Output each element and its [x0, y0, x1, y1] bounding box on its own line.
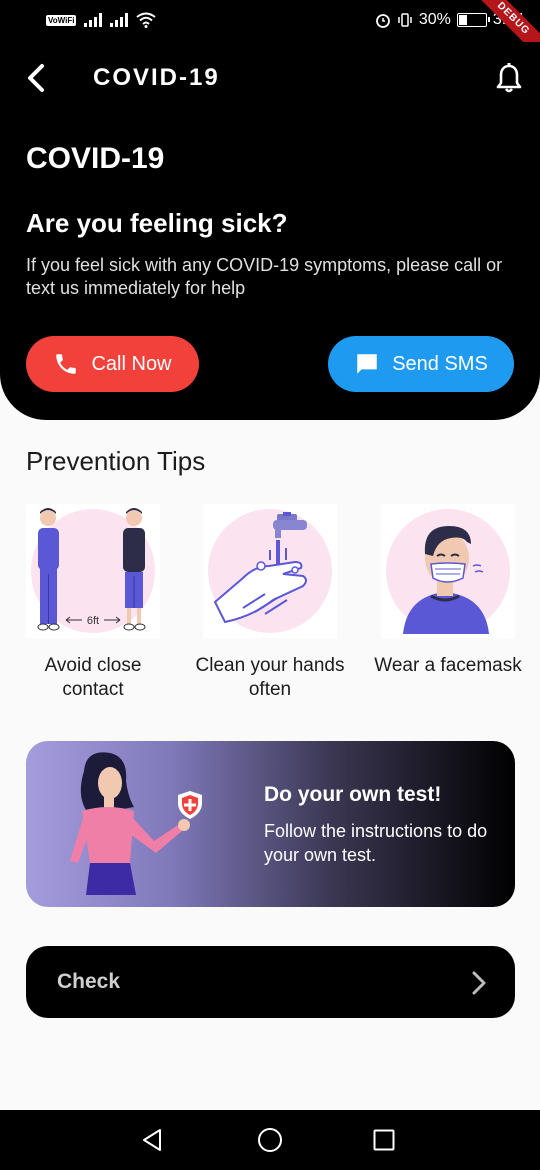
app-bar-title: COVID-19 [93, 64, 220, 91]
back-arrow-icon[interactable] [22, 60, 54, 96]
call-now-button[interactable]: Call Now [26, 336, 199, 392]
battery-percent: 30% [418, 11, 451, 28]
check-button[interactable]: Check [26, 946, 515, 1018]
signal-icon [84, 13, 103, 27]
app-bar: COVID-19 [0, 42, 540, 115]
vibrate-icon [398, 13, 412, 27]
call-now-label: Call Now [91, 352, 172, 375]
tip-wear-facemask: Wear a facemask [374, 504, 522, 678]
facemask-illustration [381, 504, 515, 638]
own-test-description: Follow the instructions to do your own t… [264, 821, 488, 865]
distance-label: 6ft [87, 615, 99, 627]
header-question: Are you feeling sick? [26, 208, 288, 238]
tip-label-wear-facemask: Wear a facemask [374, 655, 522, 676]
header-panel: COVID-19 Are you feeling sick? If you fe… [0, 114, 540, 420]
own-test-title: Do your own test! [264, 783, 442, 806]
avoid-contact-illustration: 6ft [26, 504, 160, 638]
chevron-right-icon [472, 971, 486, 995]
wifi-calling-badge: VoWiFi [46, 14, 77, 26]
check-label: Check [57, 970, 121, 993]
nav-home-icon[interactable] [257, 1127, 283, 1153]
header-title: COVID-19 [26, 142, 165, 175]
tip-avoid-close-contact: 6ft Avoid close contact [26, 504, 160, 702]
battery-icon [456, 13, 490, 27]
send-sms-button[interactable]: Send SMS [328, 336, 514, 392]
system-nav-bar [0, 1110, 540, 1170]
status-left: VoWiFi [46, 12, 157, 28]
nav-back-icon[interactable] [140, 1127, 166, 1153]
signal-icon-2 [110, 13, 129, 27]
tip-label-clean-hands: Clean your hands often [195, 655, 345, 700]
tip-label-avoid-contact: Avoid close contact [44, 655, 142, 700]
phone-icon [56, 354, 77, 374]
tip-clean-hands: Clean your hands often [196, 504, 344, 702]
send-sms-label: Send SMS [392, 352, 488, 375]
nav-recents-icon[interactable] [373, 1129, 395, 1151]
wifi-icon [136, 12, 157, 28]
woman-illustration [70, 752, 202, 895]
header-description: If you feel sick with any COVID-19 sympt… [26, 255, 503, 298]
notification-bell-icon[interactable] [494, 62, 524, 94]
message-icon [357, 354, 377, 374]
clean-hands-illustration [203, 504, 337, 638]
status-bar: VoWiFi 30% 3:24 DEBUG [0, 0, 540, 65]
own-test-card[interactable]: Do your own test! Follow the instruction… [26, 741, 515, 907]
prevention-tips-title: Prevention Tips [26, 446, 206, 476]
alarm-icon [375, 14, 390, 28]
